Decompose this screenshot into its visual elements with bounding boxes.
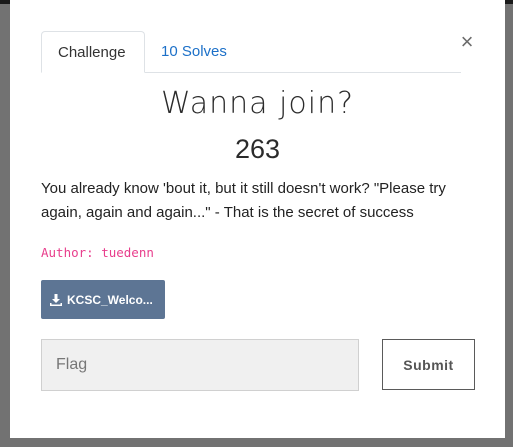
tab-solves[interactable]: 10 Solves	[145, 31, 243, 72]
flag-input[interactable]	[41, 339, 359, 391]
download-icon	[50, 293, 62, 306]
download-file-label: KCSC_Welco...	[67, 292, 153, 307]
challenge-author: Author: tuedenn	[41, 245, 154, 260]
download-file-button[interactable]: KCSC_Welco...	[41, 280, 165, 319]
challenge-tabs: Challenge 10 Solves	[41, 31, 461, 73]
submit-button[interactable]: Submit	[382, 339, 475, 390]
tab-challenge[interactable]: Challenge	[41, 31, 145, 73]
challenge-description: You already know 'bout it, but it still …	[41, 180, 446, 221]
close-icon[interactable]: ×	[457, 30, 477, 54]
challenge-modal: Challenge 10 Solves × Wanna join? 263 Yo…	[10, 0, 505, 438]
challenge-points: 263	[234, 134, 281, 164]
challenge-title: Wanna join?	[160, 86, 355, 121]
